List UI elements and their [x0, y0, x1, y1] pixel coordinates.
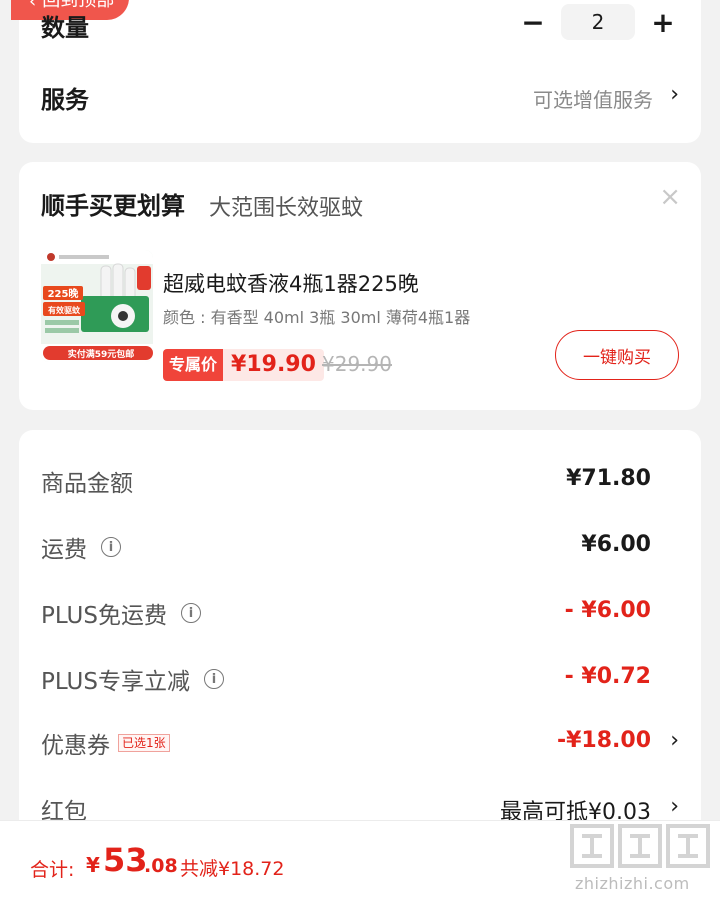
product-image[interactable]: 225晚 有效驱蚊 实付满59元包邮 [41, 250, 153, 362]
quantity-row: 数量 − 2 + [41, 4, 679, 42]
cost-row-goods: 商品金额 ¥71.80 [41, 462, 679, 498]
watermark-logo [570, 824, 710, 868]
quantity-service-card: ‹ 回到顶部 数量 − 2 + 服务 可选增值服务 › [11, 0, 701, 143]
quantity-stepper: − 2 + [517, 4, 679, 40]
service-value: 可选增值服务 [533, 88, 653, 112]
one-click-buy-button[interactable]: 一键购买 [555, 330, 679, 380]
decrease-button[interactable]: − [517, 4, 549, 40]
coupon-label-wrap: 优惠券 已选1张 [41, 726, 170, 760]
shipping-label: 运费 [41, 537, 87, 563]
cost-row-plus-discount: PLUS专享立减 i - ¥0.72 [41, 660, 679, 696]
total-currency: ¥ [86, 853, 100, 877]
increase-button[interactable]: + [647, 4, 679, 40]
coupon-value: -¥18.00 [556, 728, 651, 753]
exclusive-price: ¥19.90 [223, 349, 324, 381]
total-integer: 53 [103, 841, 148, 879]
cost-row-shipping: 运费 i ¥6.00 [41, 528, 679, 564]
cost-row-coupon[interactable]: 优惠券 已选1张 -¥18.00 › [41, 724, 679, 760]
cost-row-plus-free-shipping: PLUS免运费 i - ¥6.00 [41, 594, 679, 630]
chevron-left-icon: ‹ [29, 0, 37, 12]
plus-free-shipping-label-wrap: PLUS免运费 i [41, 596, 201, 630]
total-decimal: .08 [144, 855, 178, 877]
plus-discount-label: PLUS专享立减 [41, 669, 190, 695]
goods-amount-label: 商品金额 [41, 471, 133, 497]
quantity-value[interactable]: 2 [561, 4, 635, 40]
service-label: 服务 [41, 86, 89, 114]
product-image-art: 225晚 有效驱蚊 实付满59元包邮 [41, 250, 153, 362]
image-tag-text: 225晚 [48, 287, 79, 300]
product-spec: 颜色 : 有香型 40ml 3瓶 30ml 薄荷4瓶1器 [163, 308, 471, 327]
shipping-label-wrap: 运费 i [41, 530, 121, 564]
chevron-right-icon: › [670, 728, 679, 753]
goods-amount-value: ¥71.80 [566, 466, 651, 491]
chevron-right-icon: › [670, 794, 679, 819]
total-saved: 共减¥18.72 [180, 858, 285, 880]
exclusive-price-badge: 专属价 [163, 349, 224, 381]
plus-discount-value: - ¥0.72 [564, 664, 651, 689]
shipping-value: ¥6.00 [581, 532, 651, 557]
plus-free-shipping-value: - ¥6.00 [564, 598, 651, 623]
info-icon[interactable]: i [101, 537, 121, 557]
image-line1-text: 有效驱蚊 [48, 305, 81, 315]
coupon-selected-badge: 已选1张 [118, 734, 170, 752]
plus-free-shipping-label: PLUS免运费 [41, 603, 167, 629]
info-icon[interactable]: i [203, 669, 224, 689]
chevron-right-icon: › [670, 82, 679, 107]
close-icon[interactable]: × [659, 182, 681, 212]
product-name[interactable]: 超威电蚊香液4瓶1器225晚 [163, 268, 419, 298]
image-promo-text: 实付满59元包邮 [68, 348, 135, 360]
plus-discount-label-wrap: PLUS专享立减 i [41, 662, 224, 696]
total-label: 合计: [30, 859, 75, 881]
coupon-label: 优惠券 [41, 733, 110, 759]
service-row[interactable]: 服务 可选增值服务 › [41, 78, 679, 114]
watermark-text: zhizhizhi.com [575, 874, 690, 893]
bundle-card: 顺手买更划算 大范围长效驱蚊 × 225晚 有效驱蚊 实付满59元包邮 超威电蚊 [19, 162, 701, 410]
bundle-title: 顺手买更划算 [41, 192, 185, 220]
info-icon[interactable]: i [180, 603, 201, 623]
bundle-subtitle: 大范围长效驱蚊 [209, 196, 364, 221]
exclusive-price-tag: 专属价 ¥19.90 [163, 349, 324, 381]
original-price: ¥29.90 [322, 352, 392, 376]
quantity-label: 数量 [41, 14, 89, 42]
